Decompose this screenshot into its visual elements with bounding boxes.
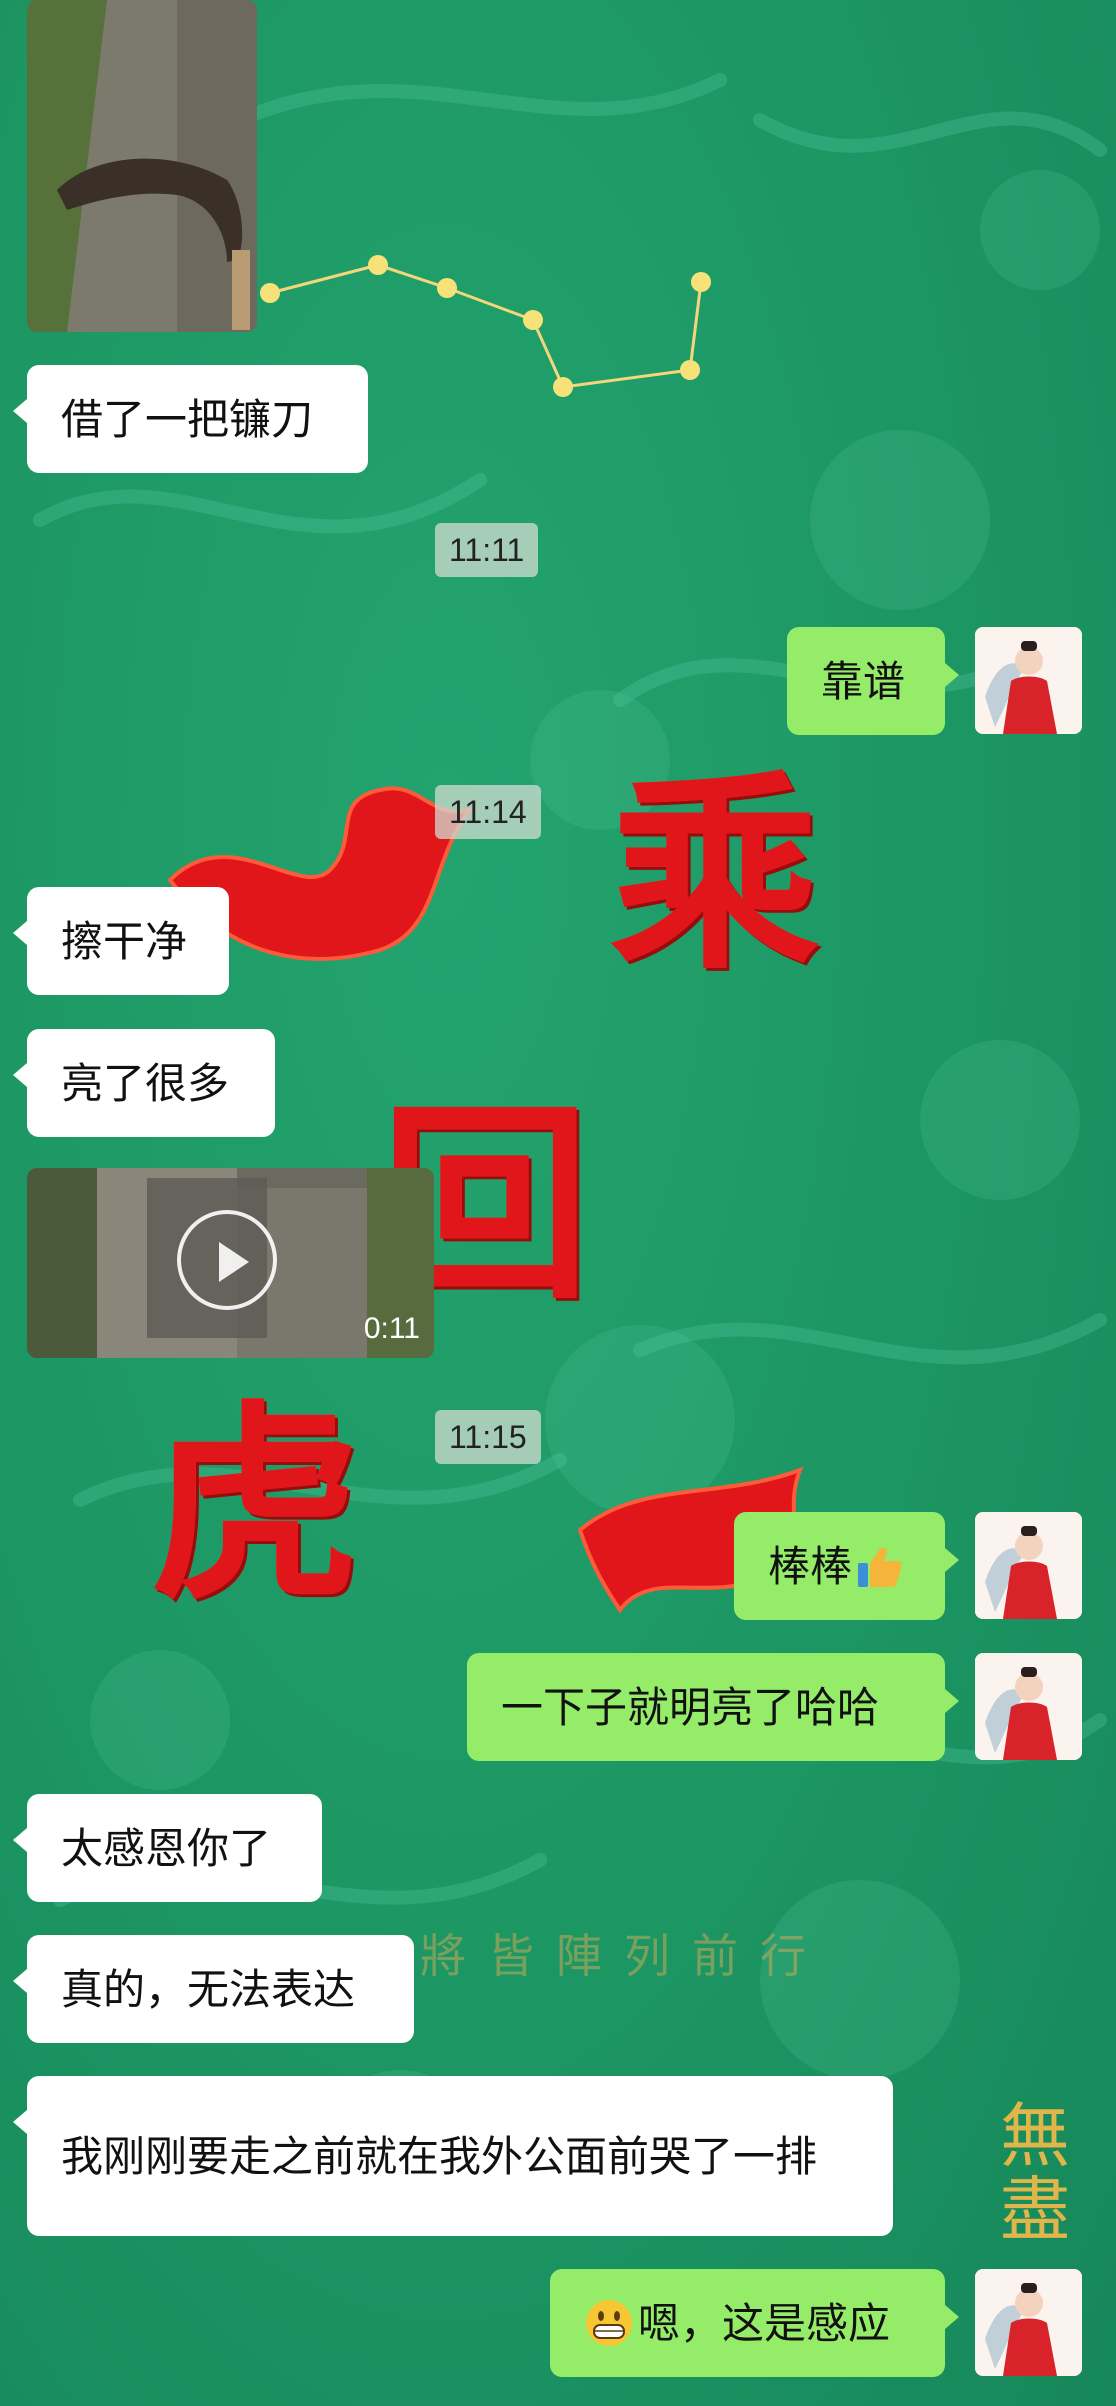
message-bubble[interactable]: 真的，无法表达 [13,1935,414,2043]
avatar[interactable] [975,627,1082,734]
message-bubble[interactable]: 擦干净 [13,887,229,995]
background-caption: 將皆陣列前行 [420,1929,828,1983]
message-text: 一下子就明亮了哈哈 [501,1683,880,1731]
message-text: 擦干净 [61,917,188,965]
avatar[interactable] [975,2269,1082,2376]
thumbs-up-icon [854,1541,904,1591]
signature-seal: 無盡 [1000,2095,1070,2251]
message-text: 我刚刚要走之前就在我外公面前哭了一排 [61,2132,818,2180]
message-text: 棒棒 [768,1542,853,1590]
message-text: 借了一把镰刀 [61,395,314,443]
video-duration: 0:11 [363,1312,420,1345]
message-text: 真的，无法表达 [61,1965,356,2013]
message-text: 嗯，这是感应 [638,2299,891,2347]
message-bubble[interactable]: 一下子就明亮了哈哈 [467,1653,959,1761]
message-bubble[interactable]: 太感恩你了 [13,1794,322,1902]
brush-glyph-3: 虎 [150,1381,361,1628]
message-text: 太感恩你了 [61,1824,272,1872]
avatar[interactable] [975,1512,1082,1619]
message-bubble[interactable]: 棒棒 [734,1512,959,1620]
sickle-photo[interactable] [27,0,257,332]
message-bubble[interactable]: 借了一把镰刀 [13,365,368,473]
play-icon[interactable] [177,1210,277,1310]
message-bubble[interactable]: 嗯，这是感应 [550,2269,959,2377]
timestamp: 11:15 [435,1410,541,1464]
message-text: 亮了很多 [61,1059,230,1107]
message-bubble[interactable]: 靠谱 [787,627,959,735]
message-bubble[interactable]: 亮了很多 [13,1029,275,1137]
video-thumbnail[interactable]: 0:11 [27,1168,434,1358]
message-text: 靠谱 [821,657,906,705]
timestamp: 11:11 [435,523,539,577]
message-bubble[interactable]: 我刚刚要走之前就在我外公面前哭了一排 [13,2076,893,2236]
grin-icon [584,2298,634,2348]
timestamp: 11:14 [435,785,541,839]
avatar[interactable] [975,1653,1082,1760]
brush-glyph-1: 乘 [610,751,821,998]
